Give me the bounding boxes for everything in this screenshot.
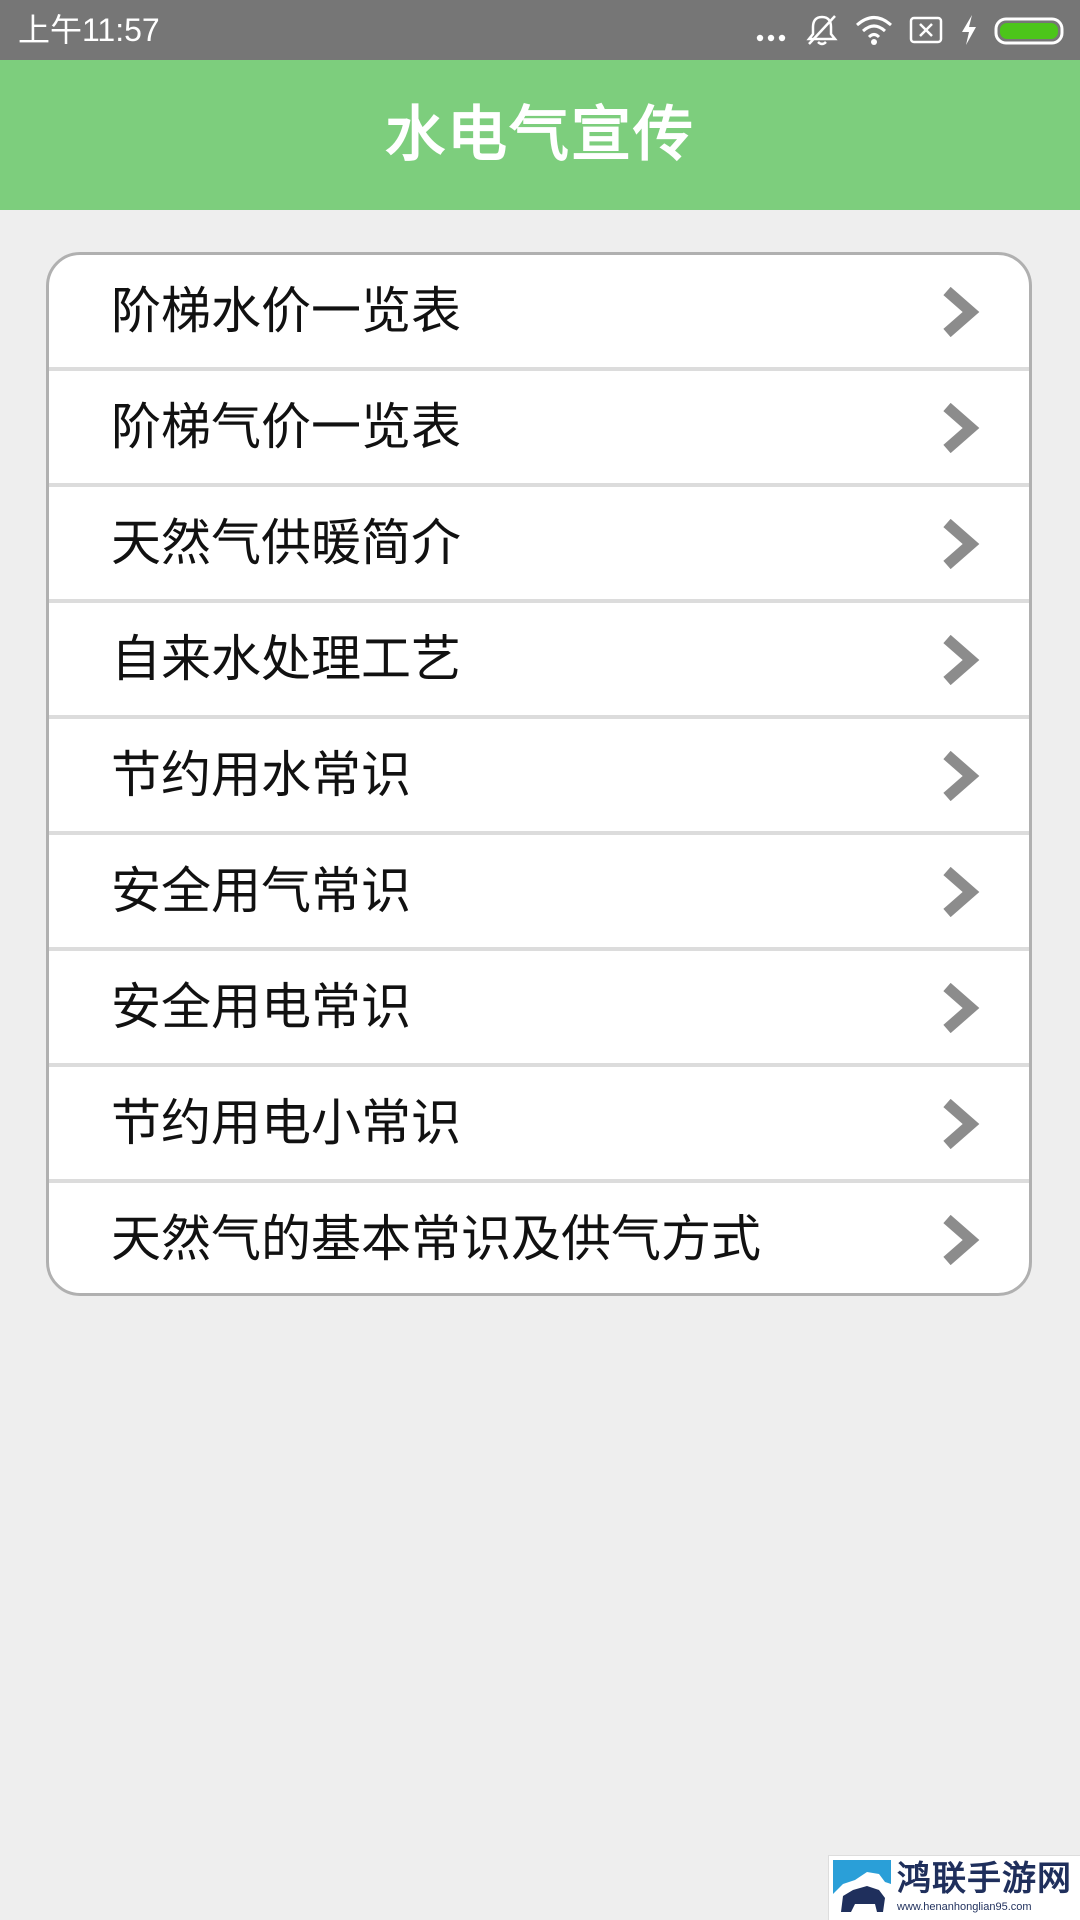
menu-item-label: 天然气的基本常识及供气方式 <box>111 1210 761 1268</box>
chevron-right-icon <box>943 403 980 453</box>
menu-item-water-treatment[interactable]: 自来水处理工艺 <box>49 603 1029 719</box>
menu-item-label: 安全用气常识 <box>111 862 411 920</box>
menu-list: 阶梯水价一览表 阶梯气价一览表 天然气供暖简介 自来水处理工艺 节约用水常识 安… <box>46 252 1032 1296</box>
status-icons <box>754 10 1066 50</box>
battery-icon <box>994 12 1066 48</box>
chevron-right-icon <box>943 983 980 1033</box>
wifi-icon <box>854 12 894 48</box>
page-title: 水电气宣传 <box>385 100 695 170</box>
menu-item-gas-basics[interactable]: 天然气的基本常识及供气方式 <box>49 1183 1029 1293</box>
chevron-right-icon <box>943 867 980 917</box>
chevron-right-icon <box>943 751 980 801</box>
site-watermark: 鸿联手游网 www.henanhonglian95.com <box>828 1855 1080 1920</box>
menu-item-save-water[interactable]: 节约用水常识 <box>49 719 1029 835</box>
status-time: 上午11:57 <box>18 12 160 48</box>
chevron-right-icon <box>943 1099 980 1149</box>
chevron-right-icon <box>943 519 980 569</box>
menu-item-electric-safety[interactable]: 安全用电常识 <box>49 951 1029 1067</box>
more-dots-icon <box>754 12 790 48</box>
menu-item-water-price[interactable]: 阶梯水价一览表 <box>49 255 1029 371</box>
menu-item-gas-price[interactable]: 阶梯气价一览表 <box>49 371 1029 487</box>
menu-item-gas-safety[interactable]: 安全用气常识 <box>49 835 1029 951</box>
bison-logo-icon <box>833 1860 891 1916</box>
app-bar: 水电气宣传 <box>0 60 1080 210</box>
menu-item-label: 安全用电常识 <box>111 978 411 1036</box>
menu-item-gas-heating[interactable]: 天然气供暖简介 <box>49 487 1029 603</box>
status-bar: 上午11:57 <box>0 0 1080 60</box>
menu-item-label: 节约用水常识 <box>111 746 411 804</box>
watermark-name: 鸿联手游网 <box>897 1859 1072 1899</box>
menu-item-label: 阶梯气价一览表 <box>111 398 461 456</box>
menu-item-label: 自来水处理工艺 <box>111 630 461 688</box>
menu-item-save-electricity[interactable]: 节约用电小常识 <box>49 1067 1029 1183</box>
menu-item-label: 天然气供暖简介 <box>111 514 461 572</box>
watermark-url: www.henanhonglian95.com <box>897 1901 1032 1913</box>
vibrate-off-icon <box>804 12 840 48</box>
menu-item-label: 节约用电小常识 <box>111 1094 461 1152</box>
chevron-right-icon <box>943 287 980 337</box>
menu-item-label: 阶梯水价一览表 <box>111 282 461 340</box>
no-sim-icon <box>908 12 944 48</box>
chevron-right-icon <box>943 635 980 685</box>
chevron-right-icon <box>943 1215 980 1265</box>
charging-bolt-icon <box>958 12 980 48</box>
